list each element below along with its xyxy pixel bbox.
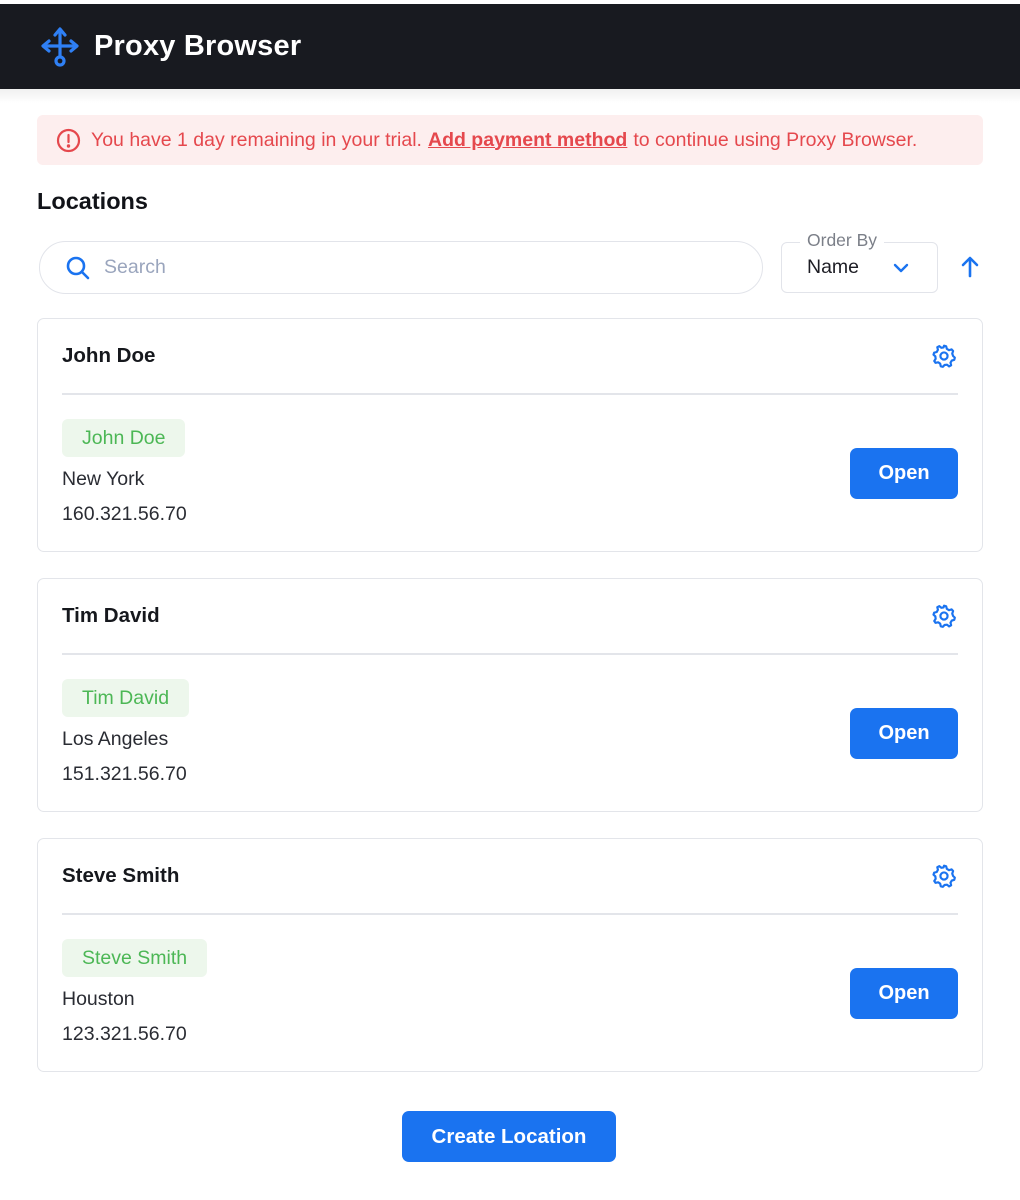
open-button[interactable]: Open — [850, 448, 958, 499]
card-divider — [62, 393, 958, 395]
location-ip: 123.321.56.70 — [62, 1023, 187, 1045]
add-payment-method-link[interactable]: Add payment method — [428, 129, 627, 152]
location-title: John Doe — [62, 344, 156, 367]
search-input[interactable] — [104, 256, 704, 279]
location-ip: 160.321.56.70 — [62, 503, 187, 525]
location-city: Los Angeles — [62, 728, 169, 750]
alert-circle-icon — [56, 128, 81, 153]
location-city: New York — [62, 468, 145, 490]
location-title: Steve Smith — [62, 864, 180, 887]
chevron-down-icon — [891, 258, 911, 278]
location-ip: 151.321.56.70 — [62, 763, 187, 785]
location-tag: Tim David — [62, 679, 190, 717]
trial-alert: You have 1 day remaining in your trial. … — [37, 115, 983, 165]
card-divider — [62, 913, 958, 915]
location-tag: Steve Smith — [62, 939, 208, 977]
location-city: Houston — [62, 988, 135, 1010]
gear-icon[interactable] — [931, 343, 957, 369]
app-header: Proxy Browser — [0, 4, 1020, 89]
open-button[interactable]: Open — [850, 968, 958, 1019]
app-title: Proxy Browser — [94, 30, 302, 62]
alert-text-before: You have 1 day remaining in your trial. — [91, 128, 422, 151]
order-by-value: Name — [807, 256, 860, 278]
order-by-label: Order By — [800, 230, 885, 251]
search-bar — [39, 241, 763, 294]
gear-icon[interactable] — [931, 863, 957, 889]
locations-heading: Locations — [37, 188, 148, 214]
search-icon — [65, 255, 91, 281]
location-tag: John Doe — [62, 419, 186, 457]
arrow-up-icon[interactable] — [957, 254, 983, 280]
location-card: Tim David Tim David Los Angeles 151.321.… — [37, 578, 983, 812]
create-location-button[interactable]: Create Location — [402, 1111, 616, 1162]
location-card: Steve Smith Steve Smith Houston 123.321.… — [37, 838, 983, 1072]
card-divider — [62, 653, 958, 655]
header-shadow — [0, 89, 1020, 103]
gear-icon[interactable] — [931, 603, 957, 629]
order-by-select[interactable]: Order By Name — [781, 230, 938, 293]
alert-text-after: to continue using Proxy Browser. — [633, 128, 918, 151]
location-title: Tim David — [62, 604, 160, 627]
arrows-split-icon — [40, 25, 80, 69]
open-button[interactable]: Open — [850, 708, 958, 759]
location-card: John Doe John Doe New York 160.321.56.70… — [37, 318, 983, 552]
